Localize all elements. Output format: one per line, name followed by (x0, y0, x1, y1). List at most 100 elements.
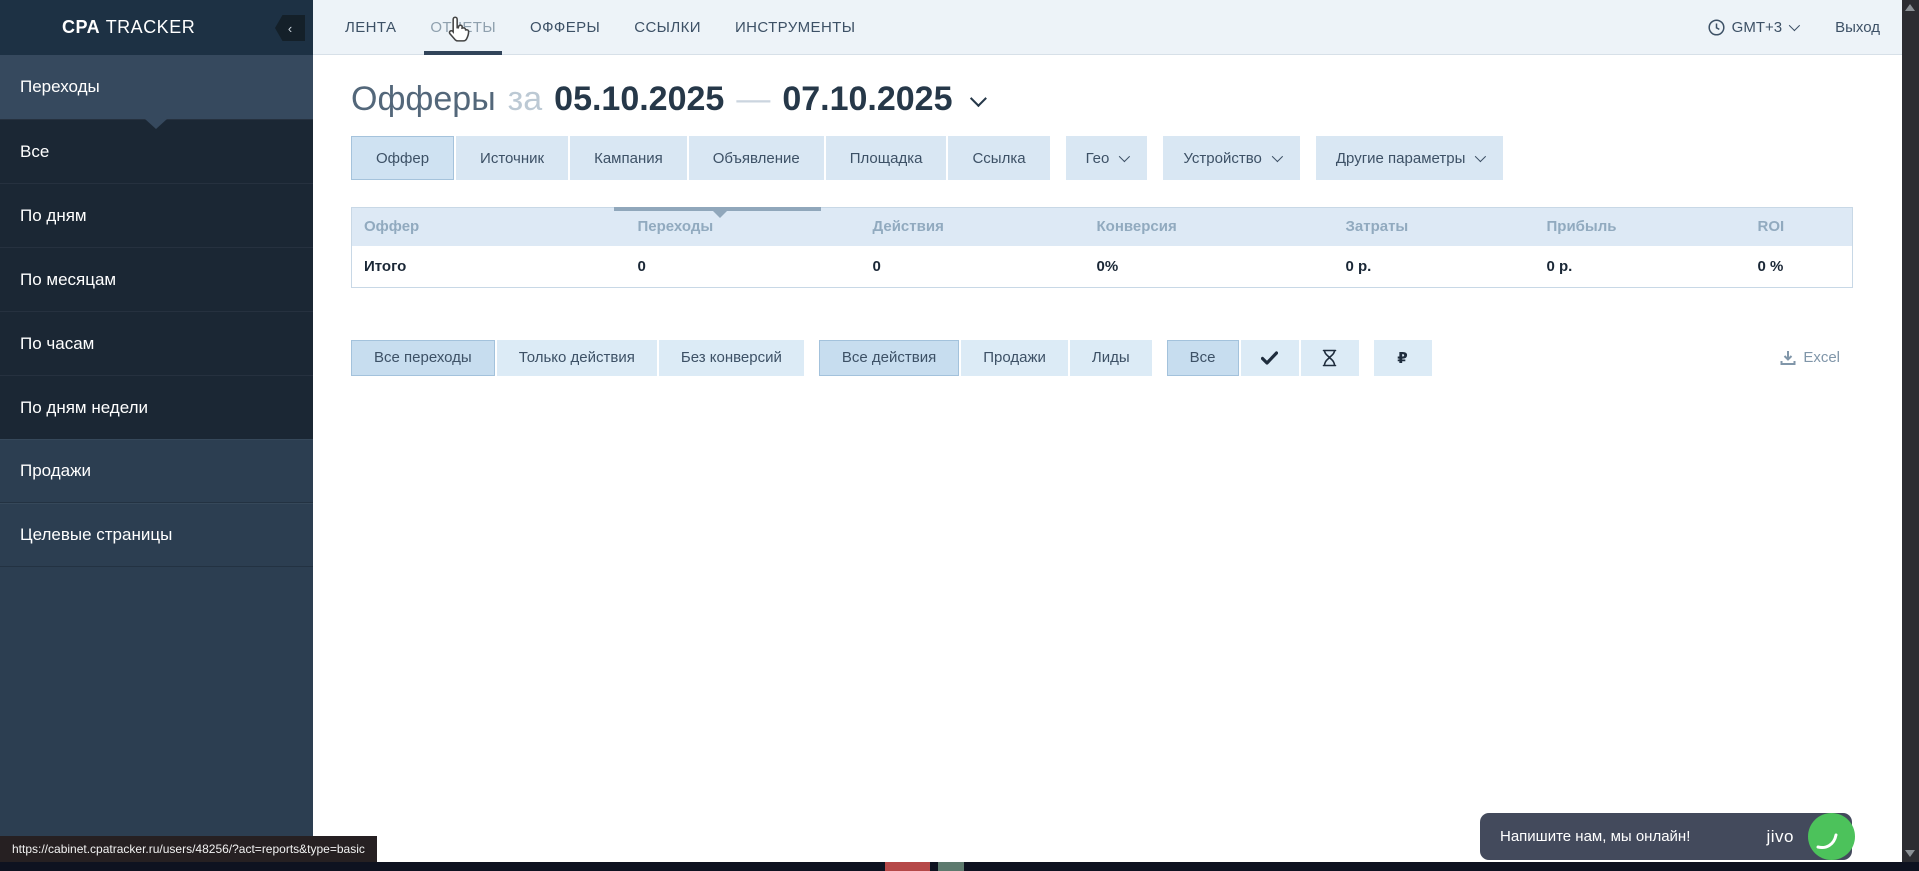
active-item-notch (145, 119, 167, 129)
filter-label: Все действия (842, 349, 936, 366)
filter-label: Все переходы (374, 349, 472, 366)
nav-ssylki[interactable]: ССЫЛКИ (634, 0, 701, 55)
sidebar-item-label: Продажи (20, 461, 91, 481)
filter-tolko-deystviya[interactable]: Только действия (497, 340, 657, 376)
col-offer[interactable]: Оффер (352, 208, 626, 246)
col-konversiya[interactable]: Конверсия (1085, 208, 1334, 246)
column-label: Переходы (638, 218, 714, 235)
nav-instrumenty[interactable]: ИНСТРУМЕНТЫ (735, 0, 856, 55)
column-label: Прибыль (1547, 218, 1617, 235)
date-to[interactable]: 07.10.2025 (782, 80, 952, 119)
nav-lenta[interactable]: ЛЕНТА (345, 0, 396, 55)
nav-label: ОФФЕРЫ (530, 19, 600, 36)
chat-bubble-icon[interactable] (1808, 813, 1855, 860)
export-excel-button[interactable]: Excel (1780, 349, 1840, 366)
chat-widget[interactable]: Напишите нам, мы онлайн! jivo (1480, 813, 1852, 860)
sidebar-item-po-dnyam-nedeli[interactable]: По дням недели (0, 375, 313, 439)
app-window: CPA TRACKER ‹ Переходы Все По дням По ме… (0, 0, 1919, 871)
totals-row: Итого 0 0 0% 0 р. 0 р. 0 % (352, 246, 1853, 288)
tab-label: Гео (1086, 150, 1110, 167)
col-roi[interactable]: ROI (1746, 208, 1853, 246)
col-pribyl[interactable]: Прибыль (1535, 208, 1746, 246)
tab-obyavlenie[interactable]: Объявление (689, 136, 824, 180)
filter-currency-rub[interactable]: ₽ (1374, 340, 1432, 376)
tab-label: Устройство (1183, 150, 1261, 167)
scroll-up-arrow-icon[interactable] (1905, 4, 1915, 11)
nav-label: ОТЧЕТЫ (430, 19, 496, 36)
logout-label: Выход (1835, 19, 1880, 36)
tab-label: Источник (480, 150, 544, 167)
filter-status-pending[interactable] (1301, 340, 1359, 376)
logo-bar: CPA TRACKER ‹ (0, 0, 313, 55)
vertical-scrollbar[interactable] (1902, 0, 1919, 863)
col-zatraty[interactable]: Затраты (1334, 208, 1535, 246)
column-label: Затраты (1346, 218, 1409, 235)
chat-brand-logo: jivo (1766, 827, 1794, 847)
check-icon (1261, 351, 1278, 365)
nav-label: ЛЕНТА (345, 19, 396, 36)
clock-icon (1708, 19, 1725, 36)
filter-lidy[interactable]: Лиды (1070, 340, 1152, 376)
timezone-selector[interactable]: GMT+3 (1708, 19, 1797, 36)
report-title-row: Офферы за 05.10.2025 — 07.10.2025 (351, 80, 1902, 119)
filter-status-vse[interactable]: Все (1167, 340, 1239, 376)
sidebar-item-celevye-stranicy[interactable]: Целевые страницы (0, 503, 313, 567)
logo-rest: TRACKER (106, 17, 196, 37)
taskbar-app-chip (938, 862, 964, 871)
tab-ssylka[interactable]: Ссылка (948, 136, 1049, 180)
filter-vse-deystviya[interactable]: Все действия (819, 340, 959, 376)
tab-istochnik[interactable]: Источник (456, 136, 568, 180)
scroll-down-arrow-icon[interactable] (1905, 850, 1915, 857)
col-deystviya[interactable]: Действия (861, 208, 1085, 246)
tab-offer[interactable]: Оффер (351, 136, 454, 180)
filter-label: Лиды (1092, 349, 1130, 366)
filter-status-confirmed[interactable] (1241, 340, 1299, 376)
filter-label: Все (1190, 349, 1216, 366)
page-title: Офферы (351, 80, 496, 119)
tab-kampaniya[interactable]: Кампания (570, 136, 687, 180)
sidebar-collapse-button[interactable]: ‹ (275, 15, 305, 41)
date-range-chevron-icon[interactable] (969, 90, 986, 107)
totals-label: Итого (352, 246, 626, 288)
totals-pribyl: 0 р. (1535, 246, 1746, 288)
sidebar-item-label: По часам (20, 334, 94, 354)
download-icon (1780, 350, 1796, 366)
filter-label: Продажи (983, 349, 1046, 366)
tab-ploshchadka[interactable]: Площадка (826, 136, 947, 180)
nav-label: ССЫЛКИ (634, 19, 701, 36)
chat-message: Напишите нам, мы онлайн! (1500, 828, 1690, 845)
chevron-down-icon (1272, 151, 1283, 162)
filter-prodazhi[interactable]: Продажи (961, 340, 1068, 376)
table-header-row: Оффер Переходы Действия Конверсия Затрат… (352, 208, 1853, 246)
browser-status-url: https://cabinet.cpatracker.ru/users/4825… (0, 836, 377, 862)
tab-ustroystvo-dropdown[interactable]: Устройство (1163, 136, 1299, 180)
sidebar-item-label: По дням недели (20, 398, 148, 418)
report-table: Оффер Переходы Действия Конверсия Затрат… (351, 207, 1853, 288)
sidebar-item-po-dnyam[interactable]: По дням (0, 183, 313, 247)
export-label: Excel (1803, 349, 1840, 366)
nav-offery[interactable]: ОФФЕРЫ (530, 0, 600, 55)
nav-otchety[interactable]: ОТЧЕТЫ (430, 0, 496, 55)
filter-label: Только действия (519, 349, 635, 366)
report-content: Офферы за 05.10.2025 — 07.10.2025 Оффер … (313, 56, 1902, 862)
taskbar-red-app (885, 862, 930, 871)
tab-drugie-parametry-dropdown[interactable]: Другие параметры (1316, 136, 1504, 180)
sidebar-item-label: Целевые страницы (20, 525, 172, 545)
sidebar-item-perehody[interactable]: Переходы (0, 55, 313, 119)
logo-bold: CPA (62, 17, 100, 37)
filter-label: Без конверсий (681, 349, 782, 366)
sidebar-item-po-chasam[interactable]: По часам (0, 311, 313, 375)
topbar-right: GMT+3 Выход (1708, 19, 1902, 36)
hourglass-icon (1322, 349, 1337, 367)
column-label: ROI (1758, 218, 1785, 235)
tab-geo-dropdown[interactable]: Гео (1066, 136, 1148, 180)
app-logo: CPA TRACKER (0, 17, 195, 38)
logout-link[interactable]: Выход (1835, 19, 1880, 36)
filter-bez-konversiy[interactable]: Без конверсий (659, 340, 804, 376)
totals-zatraty: 0 р. (1334, 246, 1535, 288)
col-perehody[interactable]: Переходы (626, 208, 861, 246)
date-from[interactable]: 05.10.2025 (554, 80, 724, 119)
sidebar-item-prodazhi[interactable]: Продажи (0, 439, 313, 503)
filter-vse-perehody[interactable]: Все переходы (351, 340, 495, 376)
sidebar-item-po-mesyacam[interactable]: По месяцам (0, 247, 313, 311)
